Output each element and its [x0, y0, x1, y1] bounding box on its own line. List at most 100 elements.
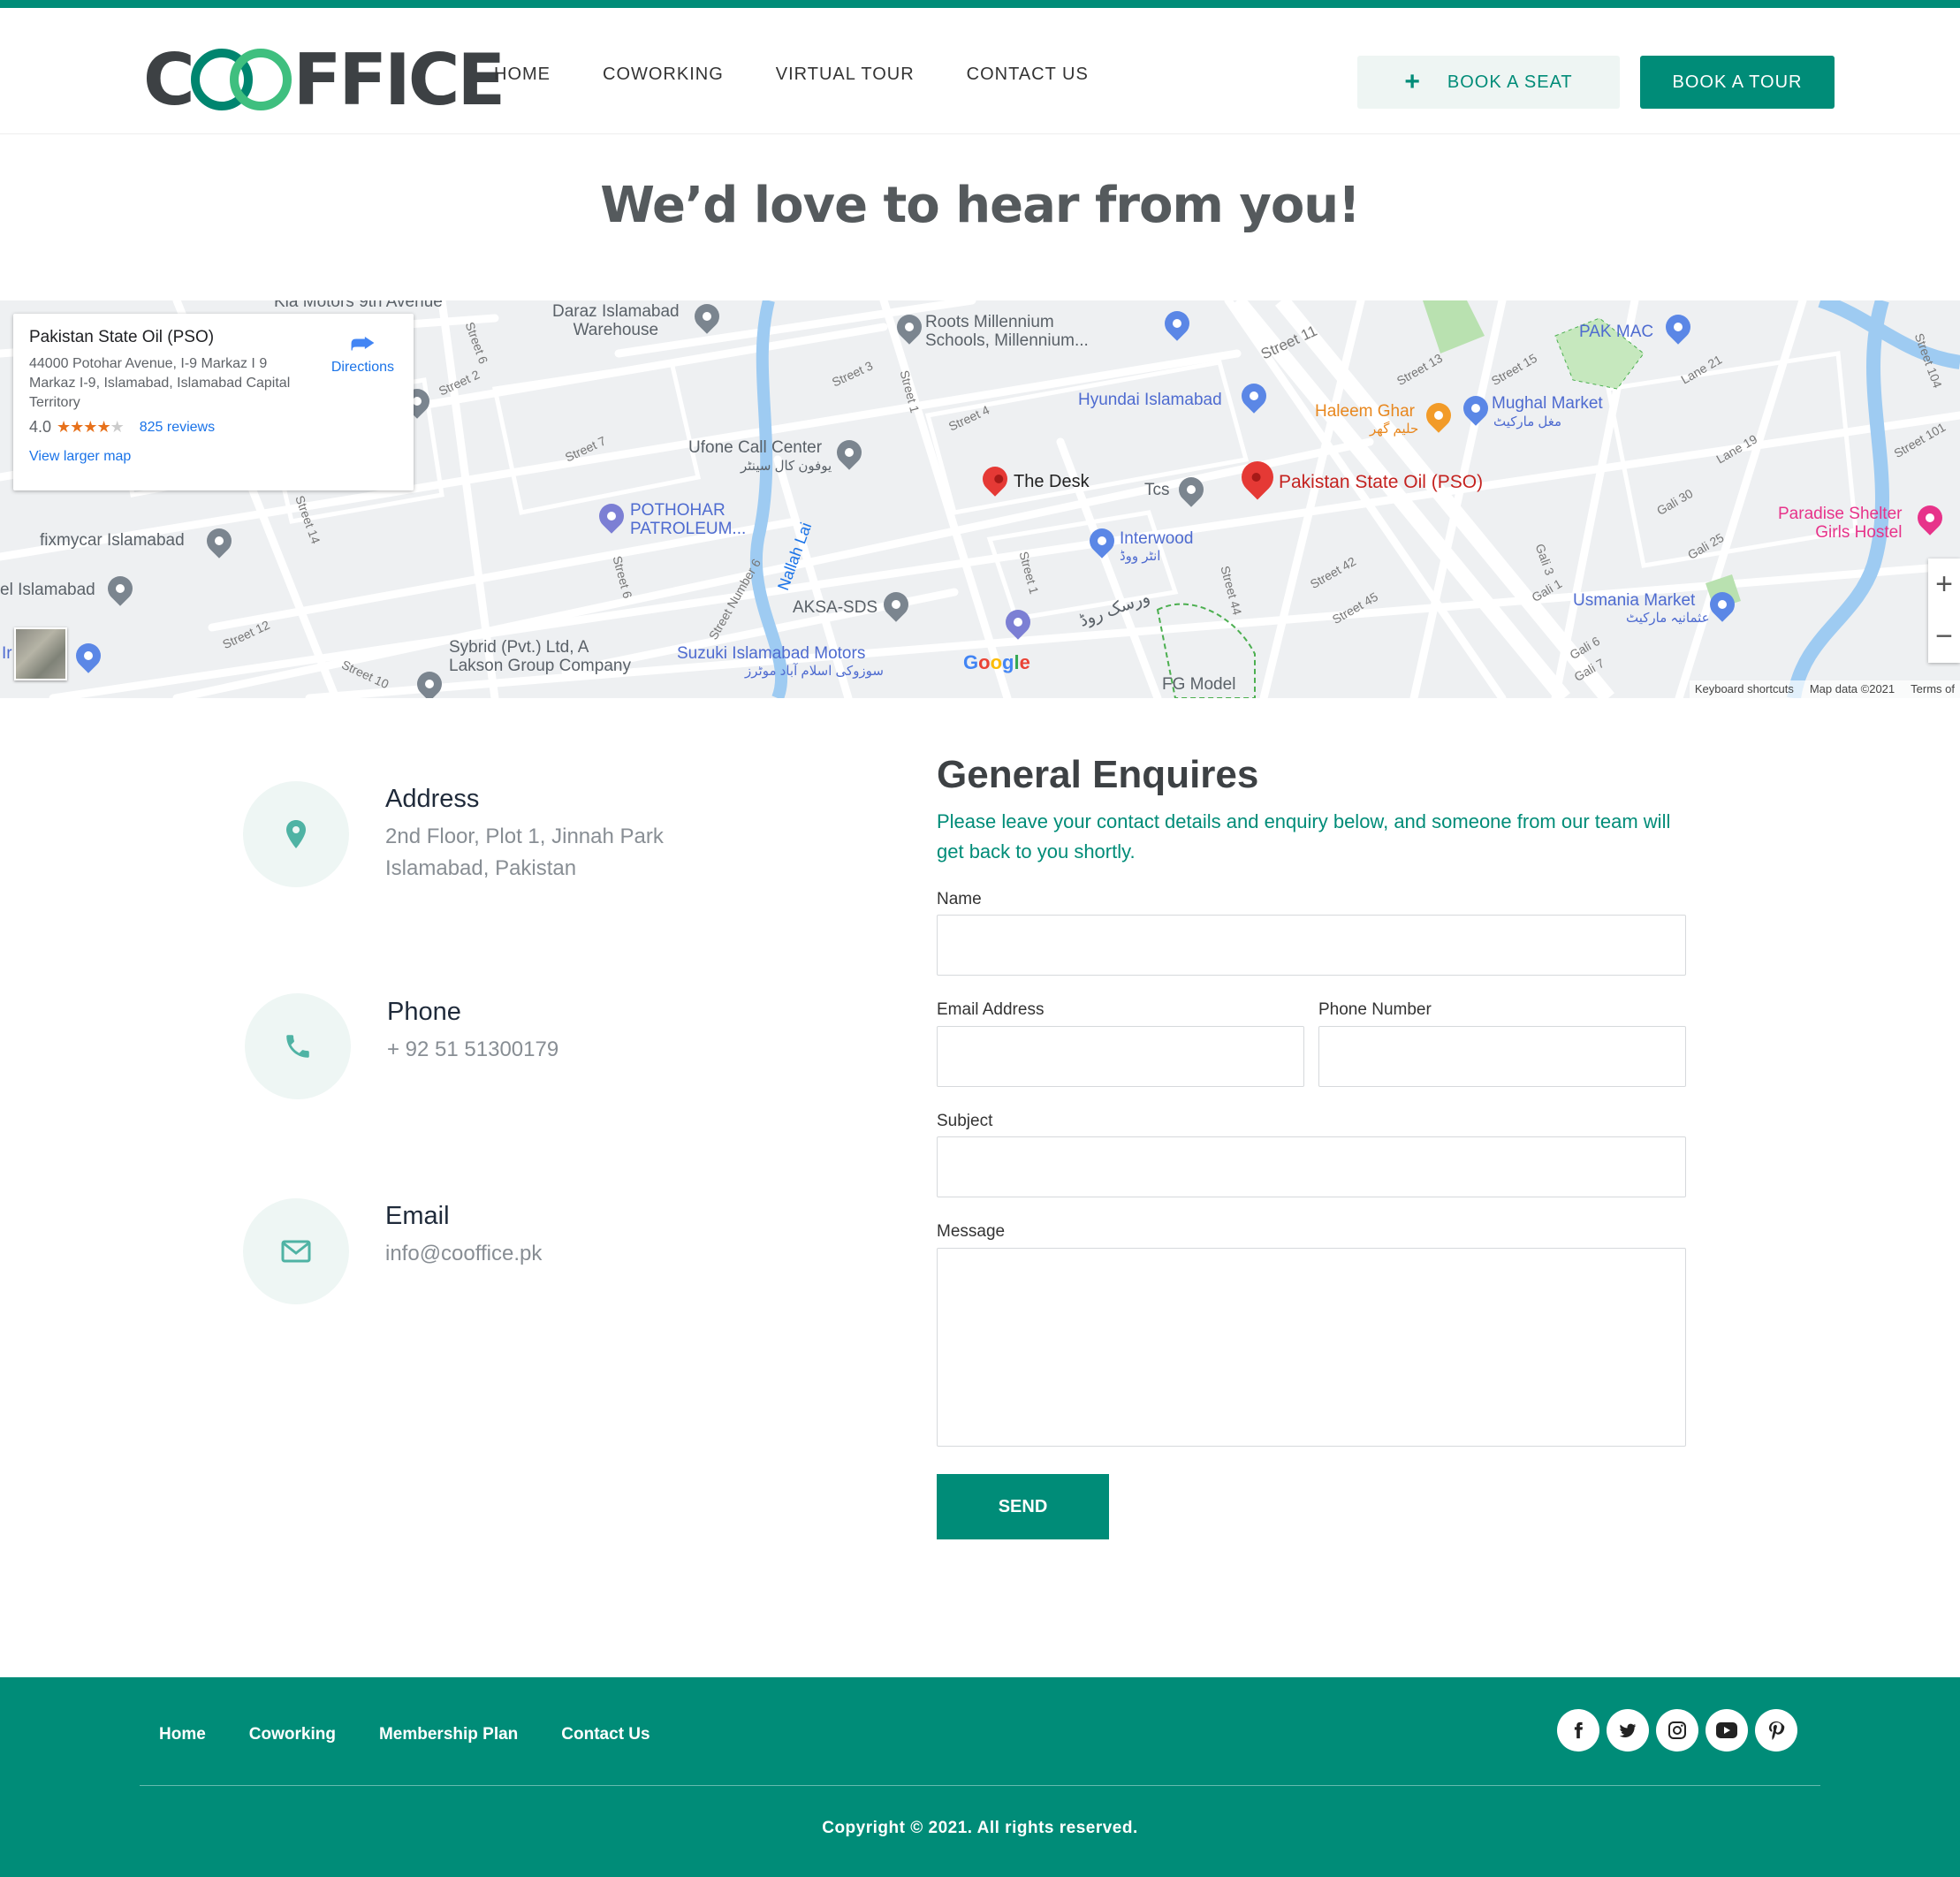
phone-icon	[286, 1035, 309, 1058]
map-label-pothohar: POTHOHAR PATROLEUM...	[630, 501, 747, 538]
map-label-fg-model: FG Model	[1162, 675, 1236, 694]
map-label-pakmac: PAK MAC	[1579, 323, 1654, 341]
address-line-1: 2nd Floor, Plot 1, Jinnah Park	[385, 825, 664, 848]
social-links	[1557, 1709, 1797, 1752]
address-line-2: Islamabad, Pakistan	[385, 856, 577, 880]
terms-link[interactable]: Terms of	[1911, 682, 1955, 696]
address-icon-circle	[243, 781, 349, 887]
view-larger-map-link[interactable]: View larger map	[29, 449, 398, 465]
subject-input[interactable]	[937, 1136, 1686, 1197]
send-button[interactable]: SEND	[937, 1474, 1109, 1539]
nav-virtual-tour[interactable]: VIRTUAL TOUR	[776, 65, 915, 85]
map-place-card: Pakistan State Oil (PSO) 44000 Potohar A…	[13, 314, 414, 490]
book-tour-button[interactable]: BOOK A TOUR	[1640, 56, 1835, 109]
twitter-icon[interactable]	[1607, 1709, 1649, 1752]
directions-label: Directions	[330, 360, 394, 375]
map-label-usmania-urdu: عثمانیہ مارکیٹ	[1626, 611, 1710, 626]
form-subtitle: Please leave your contact details and en…	[937, 810, 1671, 863]
book-seat-label: BOOK A SEAT	[1447, 72, 1573, 92]
rating-value: 4.0	[29, 418, 52, 436]
footer-divider	[140, 1785, 1820, 1786]
footer-nav-home[interactable]: Home	[159, 1725, 206, 1744]
map-label-islamabad: el Islamabad	[0, 581, 95, 599]
email-title: Email	[385, 1202, 450, 1230]
map-label-fixmycar: fixmycar Islamabad	[40, 531, 185, 550]
map-label-interwood-urdu: انٹر ووڈ	[1120, 549, 1161, 564]
address-title: Address	[385, 785, 480, 813]
map-label-ufone-urdu: یوفون کال سینٹر	[741, 459, 832, 474]
phone-icon-circle	[245, 993, 351, 1099]
keyboard-shortcuts-link[interactable]: Keyboard shortcuts	[1695, 682, 1794, 696]
map-label-interwood: Interwood	[1120, 529, 1194, 548]
phone-label: Phone Number	[1318, 1000, 1432, 1019]
map-label-sybrid: Sybrid (Pvt.) Ltd, A Lakson Group Compan…	[449, 638, 631, 675]
zoom-in-button[interactable]: +	[1928, 559, 1960, 611]
logo-text-prefix: C	[143, 38, 195, 121]
footer-nav-contact-us[interactable]: Contact Us	[561, 1725, 650, 1744]
map-label-roots: Roots Millennium Schools, Millennium...	[925, 313, 1089, 350]
satellite-toggle[interactable]	[14, 627, 67, 680]
envelope-icon	[281, 1240, 311, 1263]
name-input[interactable]	[937, 915, 1686, 976]
map-label-aksa: AKSA-SDS	[793, 598, 878, 617]
map-attribution: Keyboard shortcuts Map data ©2021 Terms …	[1689, 680, 1960, 698]
site-header: C FFICE HOME COWORKING VIRTUAL TOUR CONT…	[0, 8, 1960, 134]
main-nav: HOME COWORKING VIRTUAL TOUR CONTACT US	[494, 65, 1141, 85]
email-input[interactable]	[937, 1026, 1304, 1087]
email-address[interactable]: info@cooffice.pk	[385, 1238, 542, 1270]
map-label-paradise: Paradise Shelter Girls Hostel	[1778, 505, 1903, 542]
map-label-daraz: Daraz Islamabad Warehouse	[552, 302, 680, 339]
copyright-text: Copyright © 2021. All rights reserved.	[822, 1819, 1138, 1837]
top-accent-bar	[0, 0, 1960, 8]
page-title: We’d love to hear from you!	[600, 177, 1360, 234]
map-label-mughal-urdu: مغل مارکیٹ	[1493, 414, 1562, 429]
map-label-ir: Ir	[2, 644, 12, 663]
google-map[interactable]: Kia Motors 9th Avenue Daraz Islamabad Wa…	[0, 300, 1960, 698]
phone-title: Phone	[387, 998, 461, 1026]
subject-label: Subject	[937, 1112, 993, 1130]
nav-home[interactable]: HOME	[494, 65, 551, 85]
email-label: Email Address	[937, 1000, 1045, 1019]
book-seat-button[interactable]: + BOOK A SEAT	[1357, 56, 1620, 109]
form-title: General Enquires	[937, 753, 1259, 796]
map-zoom-controls: + −	[1928, 559, 1960, 663]
reviews-link[interactable]: 825 reviews	[140, 420, 215, 436]
plus-icon: +	[1404, 67, 1421, 96]
map-label-the-desk: The Desk	[1014, 472, 1090, 491]
map-data-label: Map data ©2021	[1809, 682, 1895, 695]
directions-icon: ⮫	[350, 330, 376, 359]
youtube-icon[interactable]	[1706, 1709, 1748, 1752]
map-label-suzuki-urdu: سوزوکی اسلام آباد موٹرز	[745, 664, 884, 679]
instagram-icon[interactable]	[1656, 1709, 1698, 1752]
email-icon-circle	[243, 1198, 349, 1304]
logo-text-suffix: FFICE	[292, 38, 505, 121]
footer-nav-coworking[interactable]: Coworking	[249, 1725, 336, 1744]
message-label: Message	[937, 1222, 1006, 1241]
nav-coworking[interactable]: COWORKING	[603, 65, 724, 85]
phone-input[interactable]	[1318, 1026, 1686, 1087]
map-label-usmania: Usmania Market	[1573, 591, 1696, 610]
star-rating-icon: ★★★★★	[57, 418, 125, 436]
map-label-haleem-urdu: حلیم گھر	[1370, 422, 1419, 437]
name-label: Name	[937, 890, 982, 908]
cooffice-logo[interactable]: C FFICE	[143, 39, 505, 121]
phone-number[interactable]: + 92 51 51300179	[387, 1034, 558, 1066]
google-logo: Google	[963, 651, 1030, 673]
map-label-pso: Pakistan State Oil (PSO)	[1279, 472, 1484, 492]
pinterest-icon[interactable]	[1755, 1709, 1797, 1752]
footer-nav: Home Coworking Membership Plan Contact U…	[159, 1725, 694, 1744]
nav-contact-us[interactable]: CONTACT US	[967, 65, 1089, 85]
map-label-hyundai: Hyundai Islamabad	[1078, 391, 1222, 409]
message-textarea[interactable]	[937, 1248, 1686, 1447]
directions-button[interactable]: ⮫ Directions	[331, 330, 394, 376]
place-address: 44000 Potohar Avenue, I-9 Markaz I 9 Mar…	[29, 356, 291, 410]
site-footer: Home Coworking Membership Plan Contact U…	[0, 1677, 1960, 1877]
facebook-icon[interactable]	[1557, 1709, 1599, 1752]
map-label-tcs: Tcs	[1144, 481, 1170, 499]
footer-nav-membership-plan[interactable]: Membership Plan	[379, 1725, 518, 1744]
map-label-suzuki: Suzuki Islamabad Motors	[677, 644, 866, 663]
place-rating: 4.0 ★★★★★ 825 reviews	[29, 418, 398, 437]
location-pin-icon	[286, 820, 306, 848]
zoom-out-button[interactable]: −	[1928, 611, 1960, 663]
map-label-mughal: Mughal Market	[1492, 394, 1603, 413]
